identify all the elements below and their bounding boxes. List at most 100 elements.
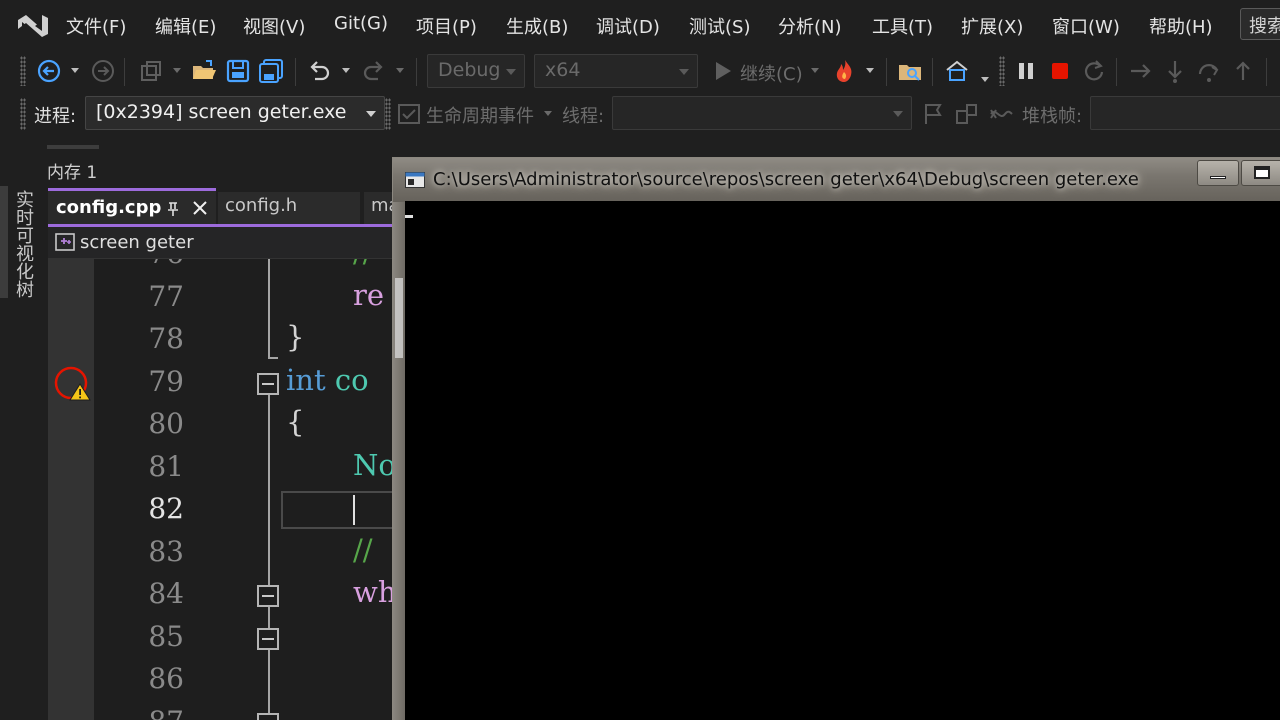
chevron-down-icon[interactable] bbox=[172, 67, 182, 75]
current-line-highlight bbox=[281, 491, 398, 529]
hot-reload-flame-icon[interactable] bbox=[832, 58, 858, 84]
tool-strip-selection-bar bbox=[0, 186, 8, 298]
editor-navigation-bar: screen geter bbox=[48, 227, 398, 259]
menu-tools[interactable]: 工具(T) bbox=[872, 13, 933, 39]
play-icon[interactable] bbox=[710, 58, 736, 84]
menu-edit[interactable]: 编辑(E) bbox=[155, 13, 216, 39]
save-all-icon[interactable] bbox=[258, 58, 284, 84]
toolbar-grip[interactable] bbox=[999, 56, 1005, 86]
search-box[interactable]: 搜索 bbox=[1240, 8, 1280, 40]
stop-debugging-icon[interactable] bbox=[1047, 58, 1073, 84]
toolbar-grip[interactable] bbox=[20, 98, 26, 130]
line-number: 80 bbox=[148, 407, 184, 440]
step-into-icon[interactable] bbox=[1162, 58, 1188, 84]
collapse-toggle[interactable] bbox=[257, 713, 279, 720]
open-folder-icon[interactable] bbox=[191, 58, 217, 84]
redo-icon[interactable] bbox=[361, 58, 387, 84]
collapse-toggle[interactable] bbox=[257, 373, 279, 395]
line-number: 77 bbox=[148, 280, 184, 313]
menu-analyze[interactable]: 分析(N) bbox=[778, 13, 842, 39]
solution-platform-dropdown[interactable]: x64 bbox=[534, 54, 698, 88]
line-number: 78 bbox=[148, 322, 184, 355]
break-all-pause-icon[interactable] bbox=[1013, 58, 1039, 84]
menu-file[interactable]: 文件(F) bbox=[66, 13, 126, 39]
stack-frame-label: 堆栈帧: bbox=[1022, 106, 1083, 127]
visual-studio-logo-icon[interactable] bbox=[16, 11, 50, 41]
collapse-toggle[interactable] bbox=[257, 628, 279, 650]
thread-dropdown[interactable] bbox=[612, 96, 912, 130]
tab-label: config.cpp bbox=[56, 197, 162, 218]
undo-icon[interactable] bbox=[306, 58, 332, 84]
chevron-down-icon bbox=[679, 69, 689, 75]
minimize-button[interactable] bbox=[1197, 160, 1239, 186]
toggle-flag-icon[interactable] bbox=[920, 101, 946, 127]
maximize-button[interactable] bbox=[1241, 160, 1280, 186]
show-threads-in-source-icon[interactable] bbox=[988, 101, 1014, 127]
line-number: 83 bbox=[148, 535, 184, 568]
pin-icon[interactable] bbox=[166, 201, 180, 217]
standard-toolbar: Debug x64 继续(C) bbox=[0, 50, 1280, 92]
project-dropdown[interactable]: screen geter bbox=[80, 232, 194, 253]
browse-folder-icon[interactable] bbox=[897, 58, 923, 84]
show-next-statement-icon[interactable] bbox=[1128, 58, 1154, 84]
maximize-icon bbox=[1254, 166, 1270, 179]
chevron-down-icon bbox=[893, 111, 903, 117]
menu-project[interactable]: 项目(P) bbox=[416, 13, 477, 39]
lifecycle-events-icon[interactable] bbox=[396, 101, 422, 127]
solution-configuration-value: Debug bbox=[438, 59, 501, 81]
menu-build[interactable]: 生成(B) bbox=[506, 13, 568, 39]
step-out-icon[interactable] bbox=[1230, 58, 1256, 84]
cpp-project-icon bbox=[55, 233, 75, 251]
menu-help[interactable]: 帮助(H) bbox=[1149, 13, 1213, 39]
menu-view[interactable]: 视图(V) bbox=[243, 13, 305, 39]
console-title-bar[interactable]: C:\Users\Administrator\source\repos\scre… bbox=[393, 158, 1280, 202]
continue-button[interactable]: 继续(C) bbox=[740, 60, 803, 86]
line-number: 79 bbox=[148, 365, 184, 398]
chevron-down-icon[interactable] bbox=[395, 67, 405, 75]
lifecycle-events-button[interactable]: 生命周期事件 bbox=[426, 102, 534, 128]
code-editor[interactable]: 76 77 78 79 80 81 82 83 84 85 86 87 // r… bbox=[94, 259, 398, 720]
chevron-down-icon[interactable] bbox=[70, 67, 80, 75]
collapse-toggle[interactable] bbox=[257, 585, 279, 607]
process-label: 进程: bbox=[34, 106, 77, 127]
toolbar-grip[interactable] bbox=[385, 98, 391, 130]
menu-bar: 文件(F) 编辑(E) 视图(V) Git(G) 项目(P) 生成(B) 调试(… bbox=[0, 0, 1280, 50]
stack-frame-dropdown[interactable] bbox=[1090, 96, 1280, 130]
live-visual-tree-tab[interactable]: 实时可视化树 bbox=[13, 190, 36, 300]
menu-git[interactable]: Git(G) bbox=[334, 13, 388, 34]
chevron-down-icon[interactable] bbox=[543, 110, 553, 118]
solution-configuration-dropdown[interactable]: Debug bbox=[427, 54, 525, 88]
new-project-icon[interactable] bbox=[138, 58, 164, 84]
console-cursor bbox=[405, 215, 413, 218]
tab-config-cpp[interactable]: config.cpp bbox=[48, 188, 216, 224]
glyph-margin[interactable] bbox=[48, 259, 94, 720]
console-window[interactable]: C:\Users\Administrator\source\repos\scre… bbox=[392, 157, 1280, 720]
application-insights-icon[interactable] bbox=[944, 58, 970, 84]
step-over-icon[interactable] bbox=[1196, 58, 1222, 84]
outline-guide bbox=[268, 259, 270, 359]
chevron-down-icon[interactable] bbox=[341, 67, 351, 75]
line-number-current: 82 bbox=[148, 492, 184, 525]
console-app-icon[interactable] bbox=[405, 172, 425, 188]
process-dropdown[interactable]: [0x2394] screen geter.exe bbox=[85, 96, 385, 130]
console-output[interactable] bbox=[405, 201, 1280, 720]
solution-platform-value: x64 bbox=[545, 59, 581, 81]
menu-window[interactable]: 窗口(W) bbox=[1052, 13, 1120, 39]
menu-test[interactable]: 测试(S) bbox=[689, 13, 750, 39]
flag-threads-icon[interactable] bbox=[954, 101, 980, 127]
restart-icon[interactable] bbox=[1081, 58, 1107, 84]
tab-config-h[interactable]: config.h bbox=[218, 192, 360, 224]
menu-extensions[interactable]: 扩展(X) bbox=[961, 13, 1023, 39]
chevron-down-icon[interactable] bbox=[865, 67, 875, 75]
navigate-back-icon[interactable] bbox=[36, 58, 62, 84]
breakpoint-warning-icon[interactable] bbox=[54, 364, 94, 404]
chevron-down-icon[interactable] bbox=[810, 67, 820, 75]
toolbar-grip[interactable] bbox=[20, 56, 26, 86]
close-icon[interactable] bbox=[192, 200, 208, 216]
memory-window-title[interactable]: 内存 1 bbox=[47, 158, 97, 183]
code-line-84: wh bbox=[353, 575, 397, 609]
navigate-forward-icon[interactable] bbox=[90, 58, 116, 84]
menu-debug[interactable]: 调试(D) bbox=[596, 13, 660, 39]
chevron-down-icon[interactable] bbox=[980, 76, 990, 84]
save-icon[interactable] bbox=[225, 58, 251, 84]
